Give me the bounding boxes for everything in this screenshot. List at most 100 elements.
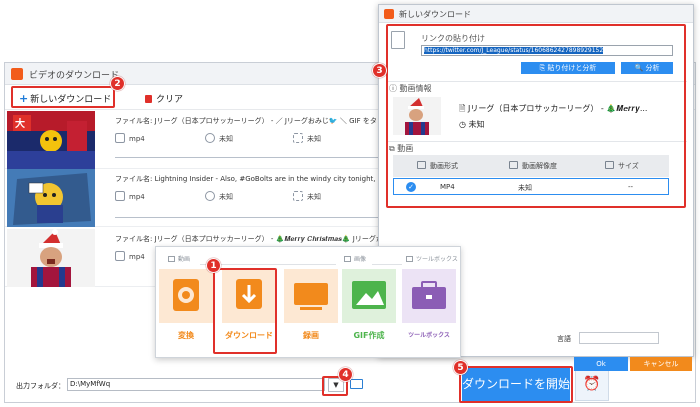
- link-paste-label: リンクの貼り付け: [421, 34, 485, 43]
- format-value: mp4: [129, 135, 145, 143]
- size-info: 未知: [293, 191, 321, 202]
- format-cell: MP4: [440, 183, 455, 191]
- col-format: 動画形式: [417, 161, 458, 171]
- download-icon: [222, 269, 276, 323]
- resolution-icon: [509, 161, 518, 169]
- output-folder-input[interactable]: D:\MyMfWq: [67, 378, 325, 391]
- divider: [387, 81, 687, 82]
- category-video-label: 動画: [178, 256, 191, 263]
- size-icon: [605, 161, 614, 169]
- film-icon: [168, 256, 175, 262]
- size-cell: --: [628, 183, 634, 191]
- video-thumbnail: 大: [7, 111, 95, 169]
- size-info: 未知: [293, 133, 321, 144]
- gif-maker-icon: [342, 269, 396, 323]
- new-download-label: 新しいダウンロード: [30, 95, 112, 105]
- format-info: mp4: [115, 133, 145, 143]
- format-value: mp4: [129, 253, 145, 261]
- file-name: ファイル名: Jリーグ（日本プロサッカーリーグ） - ／ Jリーグおみじ🐦 ＼ …: [115, 117, 400, 125]
- main-title: ビデオのダウンロード: [29, 71, 120, 81]
- category-toolbox-label: ツールボックス: [416, 256, 458, 263]
- category-image-label: 画像: [354, 256, 367, 263]
- tool-toolbox[interactable]: ツールボックス: [402, 269, 456, 349]
- file-name: ファイル名: Lightning Insider - Also, #GoBolt…: [115, 175, 400, 183]
- start-download-button[interactable]: ダウンロードを開始: [462, 368, 570, 401]
- toolbox-icon: [406, 256, 413, 262]
- url-icon: [391, 31, 405, 49]
- film-icon: [417, 161, 426, 169]
- link-value: https://twitter.com/J_League/status/1606…: [424, 47, 604, 54]
- step-badge: 3: [372, 63, 387, 78]
- cancel-button[interactable]: キャンセル: [630, 357, 692, 371]
- output-folder-label: 出力フォルダ：: [16, 382, 65, 390]
- video-duration: ◷ 未知: [459, 120, 485, 129]
- tool-convert[interactable]: 変換: [159, 269, 213, 349]
- col-resolution-label: 動画解像度: [522, 162, 557, 170]
- resolution-value: 未知: [219, 135, 233, 143]
- alarm-button[interactable]: ⏰: [575, 368, 609, 401]
- category-video: 動画: [168, 254, 190, 263]
- tool-download[interactable]: ダウンロード: [222, 269, 276, 349]
- resolution-info: 未知: [205, 191, 233, 202]
- duration-value: 未知: [468, 120, 485, 129]
- size-value: 未知: [307, 193, 321, 201]
- format-table-header: 動画形式 動画解像度 サイズ: [393, 155, 669, 177]
- video-thumbnail: [7, 169, 95, 227]
- plus-icon: +: [19, 92, 29, 105]
- tool-record[interactable]: 録画: [284, 269, 338, 349]
- new-download-button[interactable]: + 新しいダウンロード: [19, 92, 111, 105]
- clear-button[interactable]: クリア: [145, 92, 183, 105]
- analyze-label: 分析: [645, 64, 660, 72]
- svg-text:大: 大: [15, 117, 25, 130]
- screen-record-icon: [284, 269, 338, 323]
- step-badge: 2: [110, 76, 125, 91]
- col-resolution: 動画解像度: [509, 161, 557, 171]
- chevron-down-icon: ▼: [333, 381, 339, 389]
- progress-line: [115, 157, 400, 158]
- format-option-row[interactable]: ✓ MP4 未知 --: [393, 178, 669, 195]
- analyze-button[interactable]: 🔍 分析: [621, 62, 673, 74]
- alarm-icon: ⏰: [583, 376, 601, 392]
- file-name: ファイル名: Jリーグ（日本プロサッカーリーグ） - 🎄𝑴𝒆𝒓𝒓𝒚 𝑪𝒉𝒓𝒊𝒔𝒕…: [115, 235, 400, 243]
- film-icon: [115, 133, 125, 143]
- toolbox-icon: [402, 269, 456, 323]
- video-section-text: 動画: [397, 144, 414, 153]
- dialog-title: 新しいダウンロード: [399, 10, 471, 19]
- gif-maker-label: GIF作成: [353, 331, 385, 340]
- category-image: 画像: [344, 254, 366, 263]
- convert-icon: [159, 269, 213, 323]
- video-info-label: ⓘ 動画情報: [389, 84, 432, 93]
- folder-icon[interactable]: [350, 379, 363, 389]
- video-info-text: 動画情報: [399, 84, 432, 93]
- paste-and-analyze-button[interactable]: ⎘ 貼り付けと分析: [521, 62, 615, 74]
- clock-icon: [205, 133, 215, 143]
- size-icon: [293, 191, 303, 201]
- category-rule: [372, 264, 402, 265]
- download-row[interactable]: 大 ファイル名: Jリーグ（日本プロサッカーリーグ） - ／ Jリーグおみじ🐦 …: [5, 111, 405, 169]
- format-value: mp4: [129, 193, 145, 201]
- size-icon: [293, 133, 303, 143]
- col-size-label: サイズ: [618, 162, 639, 170]
- ok-button[interactable]: Ok: [574, 357, 628, 371]
- resolution-cell: 未知: [518, 184, 532, 192]
- paste-analyze-label: 貼り付けと分析: [547, 64, 597, 72]
- format-info: mp4: [115, 191, 145, 201]
- check-icon: ✓: [406, 182, 416, 192]
- dialog-titlebar: 新しいダウンロード: [379, 5, 693, 23]
- film-icon: [115, 251, 125, 261]
- video-title: 🗎 Jリーグ（日本プロサッカーリーグ） - 🎄𝑴𝒆𝒓𝒓𝒚...: [459, 104, 648, 113]
- video-section-label: ⧉ 動画: [389, 144, 414, 153]
- trash-icon: [145, 95, 152, 103]
- language-select[interactable]: [579, 332, 659, 344]
- divider: [387, 141, 687, 142]
- film-icon: [115, 191, 125, 201]
- convert-label: 変換: [178, 331, 194, 340]
- link-input[interactable]: https://twitter.com/J_League/status/1606…: [421, 45, 673, 56]
- col-size: サイズ: [605, 161, 639, 171]
- col-format-label: 動画形式: [430, 162, 458, 170]
- step-badge: 1: [206, 258, 221, 273]
- download-row[interactable]: ファイル名: Lightning Insider - Also, #GoBolt…: [5, 169, 405, 227]
- app-logo-icon: [11, 68, 23, 80]
- video-thumbnail: [7, 229, 95, 287]
- tool-gif-maker[interactable]: GIF作成: [342, 269, 396, 349]
